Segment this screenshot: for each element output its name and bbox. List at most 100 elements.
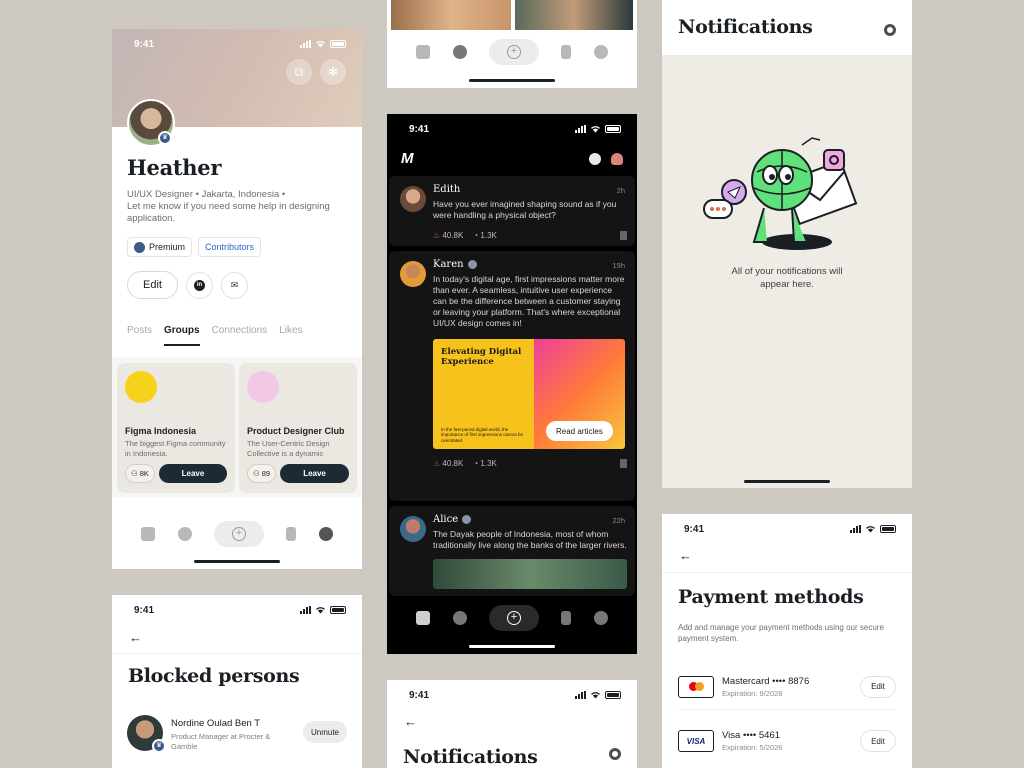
divider — [662, 572, 912, 573]
contributors-label: Contributors — [205, 242, 255, 252]
status-time: 9:41 — [409, 123, 430, 135]
crown-icon — [134, 241, 145, 253]
create-button[interactable]: + — [488, 39, 539, 65]
media-art: Read articles — [534, 339, 625, 449]
back-arrow-icon[interactable]: ← — [404, 714, 417, 729]
divider — [112, 653, 362, 654]
read-articles-button[interactable]: Read articles — [546, 421, 613, 441]
bell-icon[interactable] — [611, 152, 623, 165]
tab-posts[interactable]: Posts — [127, 325, 152, 346]
post-image[interactable] — [433, 559, 627, 589]
edit-button[interactable]: Edit — [860, 675, 896, 698]
status-bar: 9:41 — [387, 680, 637, 710]
blocked-persons-screen: 9:41 ← Blocked persons ♛ Nordine Oulad B… — [112, 595, 362, 768]
settings-button[interactable]: ✻ — [320, 59, 346, 85]
mail-button[interactable]: ✉ — [221, 271, 248, 299]
profile-buttons: Edit in ✉ — [127, 271, 248, 299]
edit-button[interactable]: Edit — [860, 730, 896, 752]
plus-icon: + — [506, 611, 521, 625]
verified-icon — [462, 515, 472, 524]
empty-line: All of your notifications will — [731, 266, 843, 277]
bookmark-tab-icon[interactable] — [561, 45, 572, 59]
contributors-chip[interactable]: Contributors — [198, 237, 262, 257]
status-bar: 9:41 — [387, 114, 637, 144]
post-card[interactable]: 19h Karen In today's digital age, first … — [389, 251, 635, 501]
post-avatar — [400, 261, 426, 287]
likes[interactable]: ♨ 40.8K — [433, 231, 463, 240]
leave-button[interactable]: Leave — [158, 464, 227, 483]
group-logo-icon — [247, 371, 279, 403]
bookmark-tab-icon[interactable] — [561, 611, 572, 625]
explore-tab-icon[interactable] — [452, 45, 467, 59]
people-icon: ⚇ — [131, 469, 138, 478]
comments[interactable]: ◔ 1.3K — [473, 231, 497, 240]
card-name: Visa •••• 5461 — [722, 730, 781, 741]
post-footer: ♨ 40.8K ◔ 1.3K — [433, 459, 627, 468]
status-bar: 9:41 — [112, 29, 362, 59]
post-author: Edith — [433, 184, 627, 195]
tab-likes[interactable]: Likes — [279, 325, 302, 346]
payment-card-row[interactable]: Mastercard •••• 8876 Expiration: 9/2028 … — [678, 664, 896, 710]
explore-tab-icon[interactable] — [452, 611, 467, 625]
empty-state-illustration — [703, 137, 858, 250]
share-button[interactable]: ⧉ — [286, 59, 312, 85]
post-avatar — [400, 186, 426, 212]
linkedin-button[interactable]: in — [186, 271, 213, 299]
post-card[interactable]: 2h Edith Have you ever imagined shaping … — [389, 176, 635, 246]
plus-icon: + — [231, 527, 246, 541]
likes[interactable]: ♨ 40.8K — [433, 459, 463, 468]
create-button[interactable]: + — [213, 521, 264, 547]
post-body: Edith Have you ever imagined shaping sou… — [433, 184, 627, 240]
comments[interactable]: ◔ 1.3K — [473, 459, 497, 468]
profile-name: Heather — [127, 155, 222, 180]
share-icon: ⧉ — [294, 64, 304, 79]
tab-groups[interactable]: Groups — [164, 325, 200, 346]
wifi-icon — [591, 692, 600, 699]
post-body: Alice The Dayak people of Indonesia, mos… — [433, 514, 627, 589]
tab-connections[interactable]: Connections — [212, 325, 268, 346]
payment-methods-screen: 9:41 ← Payment methods Add and manage yo… — [662, 514, 912, 768]
post-card[interactable]: 22h Alice The Dayak people of Indonesia,… — [389, 506, 635, 596]
post-media[interactable]: Elevating Digital Experience In the fast… — [433, 339, 625, 449]
battery-icon — [880, 525, 896, 533]
post-photo — [391, 0, 511, 30]
gear-icon: ✻ — [327, 65, 339, 79]
feed-tab-icon[interactable] — [416, 45, 431, 59]
leave-button[interactable]: Leave — [280, 464, 349, 483]
gear-icon[interactable] — [884, 24, 896, 36]
notifications-header: Notifications — [662, 0, 912, 55]
profile-tab-icon[interactable] — [593, 45, 608, 59]
group-card[interactable]: Figma Indonesia The biggest Figma commun… — [117, 363, 235, 493]
back-arrow-icon[interactable]: ← — [679, 548, 692, 563]
comment-icon: ◔ — [473, 231, 479, 240]
member-count: ⚇ 89 — [247, 464, 277, 483]
post-author-name: Edith — [433, 184, 461, 195]
add-user-icon[interactable] — [589, 152, 601, 165]
group-card[interactable]: Product Designer Club The User-Centric D… — [239, 363, 357, 493]
profile-tab-icon[interactable] — [318, 527, 333, 541]
payment-card-row[interactable]: VISA Visa •••• 5461 Expiration: 5/2026 E… — [678, 718, 896, 764]
media-title: Elevating Digital Experience — [441, 347, 522, 367]
notifications-screen-2: 9:41 ← Notifications — [387, 680, 637, 768]
card-expiration: Expiration: 5/2026 — [722, 743, 783, 752]
explore-tab-icon[interactable] — [177, 527, 192, 541]
back-arrow-icon[interactable]: ← — [129, 630, 142, 645]
gear-icon[interactable] — [609, 748, 621, 760]
profile-chips: Premium Contributors — [127, 237, 262, 257]
person-role: Product Manager at Procter & Gamble — [171, 732, 271, 751]
bookmark-icon[interactable] — [620, 459, 627, 468]
premium-chip[interactable]: Premium — [127, 237, 193, 257]
status-bar: 9:41 — [112, 595, 362, 625]
edit-button[interactable]: Edit — [127, 271, 178, 299]
status-bar: 9:41 — [662, 514, 912, 544]
notifications-screen: Notifications All of your notifications … — [662, 0, 912, 488]
bookmark-tab-icon[interactable] — [286, 527, 297, 541]
premium-label: Premium — [149, 242, 186, 252]
unmute-button[interactable]: Unmute — [302, 721, 347, 743]
feed-tab-icon[interactable] — [141, 527, 156, 541]
bookmark-icon[interactable] — [620, 231, 627, 240]
feed-tab-icon[interactable] — [416, 611, 431, 625]
fire-icon: ♨ — [433, 459, 441, 468]
create-button[interactable]: + — [488, 605, 539, 631]
profile-tab-icon[interactable] — [593, 611, 608, 625]
